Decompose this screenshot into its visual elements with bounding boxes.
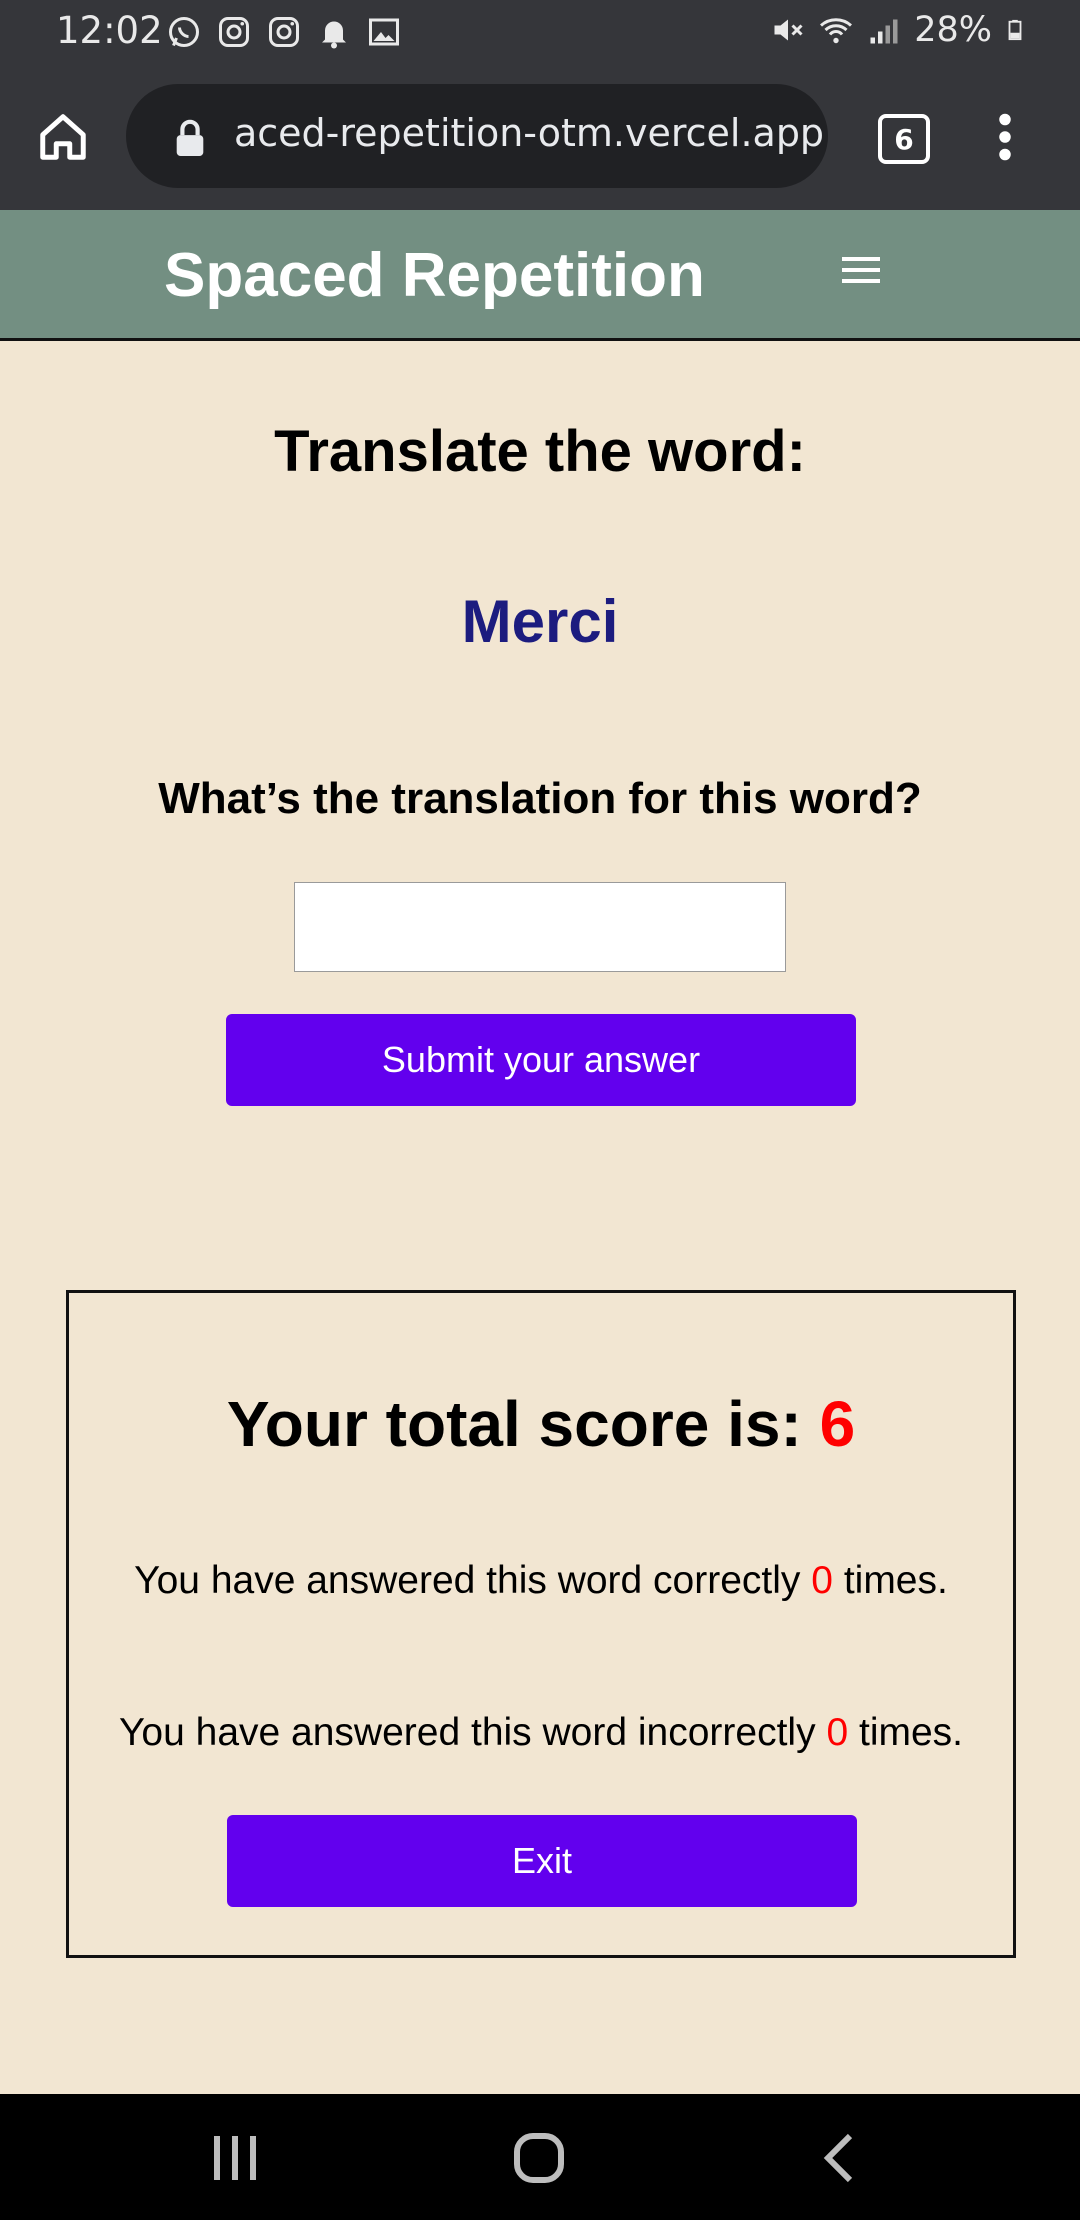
incorrect-suffix: times. xyxy=(858,1711,963,1754)
system-navigation-bar xyxy=(0,2094,1080,2220)
browser-toolbar: aced-repetition-otm.vercel.app 6 xyxy=(0,64,1080,210)
notification-icons xyxy=(166,14,402,50)
back-nav-icon[interactable] xyxy=(814,2132,870,2184)
correct-count: 0 xyxy=(811,1559,833,1602)
exit-button[interactable]: Exit xyxy=(227,1815,857,1907)
incorrect-count: 0 xyxy=(826,1711,849,1754)
submit-answer-button[interactable]: Submit your answer xyxy=(226,1014,856,1106)
instagram-icon xyxy=(219,17,249,47)
total-score-value: 6 xyxy=(819,1388,856,1460)
translate-heading: Translate the word: xyxy=(274,419,806,484)
hamburger-menu-icon[interactable] xyxy=(842,255,880,285)
whatsapp-icon xyxy=(169,17,199,47)
system-icons: 28% xyxy=(770,10,1026,50)
tab-switcher-button[interactable]: 6 xyxy=(878,114,930,164)
correct-prefix: You have answered this word correctly xyxy=(134,1559,801,1602)
home-icon[interactable] xyxy=(36,110,90,164)
signal-icon xyxy=(870,19,898,44)
total-score-label: Your total score is: xyxy=(226,1388,802,1460)
correct-count-line: You have answered this word correctly 0 … xyxy=(69,1559,1013,1603)
notification-bell-icon xyxy=(322,21,346,49)
answer-input[interactable] xyxy=(294,882,786,972)
score-panel: Your total score is: 6 You have answered… xyxy=(66,1290,1016,1958)
instagram-icon xyxy=(269,17,299,47)
recent-apps-icon[interactable] xyxy=(208,2132,264,2184)
home-nav-icon[interactable] xyxy=(511,2132,567,2184)
battery-percentage: 28% xyxy=(914,10,992,50)
status-bar: 12:02 28% xyxy=(0,0,1080,64)
total-score-heading: Your total score is: 6 xyxy=(69,1387,1013,1461)
battery-icon xyxy=(1008,19,1022,41)
address-bar[interactable]: aced-repetition-otm.vercel.app xyxy=(126,84,828,188)
url-text: aced-repetition-otm.vercel.app xyxy=(234,111,825,155)
app-title[interactable]: Spaced Repetition xyxy=(164,240,705,311)
mute-icon xyxy=(774,19,803,41)
wifi-icon xyxy=(820,18,853,44)
correct-suffix: times. xyxy=(843,1559,948,1602)
more-options-icon[interactable] xyxy=(990,112,1020,162)
status-time: 12:02 xyxy=(56,9,163,52)
image-icon xyxy=(369,18,399,46)
app-header: Spaced Repetition xyxy=(0,210,1080,341)
word-to-translate: Merci xyxy=(461,588,619,655)
incorrect-prefix: You have answered this word incorrectly xyxy=(119,1711,816,1754)
incorrect-count-line: You have answered this word incorrectly … xyxy=(69,1711,1013,1755)
question-label: What’s the translation for this word? xyxy=(158,774,922,823)
lock-icon xyxy=(176,119,204,156)
